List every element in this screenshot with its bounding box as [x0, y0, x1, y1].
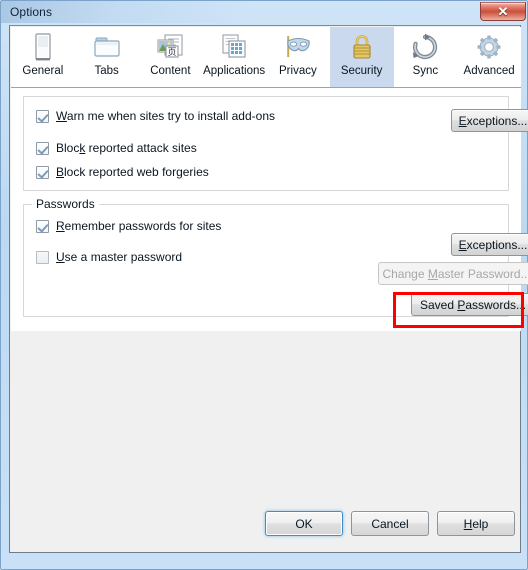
accel-char: B — [56, 165, 65, 179]
label-text: asswords... — [465, 297, 527, 312]
saved-passwords-button[interactable]: Saved Passwords... — [411, 293, 528, 316]
label-text: emember passwords for sites — [64, 219, 222, 233]
tab-advanced-label: Advanced — [463, 65, 515, 77]
close-icon: ✕ — [497, 4, 509, 19]
checkbox-remember-passwords[interactable] — [36, 219, 49, 233]
button-label: Exceptions... — [459, 238, 528, 252]
label-pre: Saved — [419, 297, 458, 312]
tab-sync-label: Sync — [412, 65, 439, 77]
tab-general-label: General — [22, 65, 64, 77]
checkbox-row-use-master-password[interactable]: Use a master password — [36, 250, 182, 264]
help-button[interactable]: Help — [437, 511, 515, 536]
tab-privacy[interactable]: Privacy — [266, 27, 330, 87]
checkbox-use-master-password-label: Use a master password — [56, 250, 182, 264]
tab-tabs-label: Tabs — [94, 65, 119, 77]
checkbox-remember-passwords-label: Remember passwords for sites — [56, 219, 221, 233]
exceptions-passwords-button[interactable]: Exceptions... — [451, 233, 528, 256]
security-lock-icon — [345, 30, 379, 64]
ok-button[interactable]: OK — [265, 511, 343, 536]
checkbox-warn-addons-label: Warn me when sites try to install add-on… — [56, 109, 275, 123]
label-pre: Change — [382, 266, 428, 281]
dialog-client-area: General Tabs 页 Content Applications Priv… — [9, 25, 528, 553]
button-label: Change Master Password... — [382, 267, 528, 281]
general-icon — [26, 30, 60, 64]
button-label: Exceptions... — [459, 114, 528, 128]
button-label: Cancel — [371, 516, 409, 531]
close-button[interactable]: ✕ — [480, 2, 526, 21]
checkbox-use-master-password[interactable] — [36, 250, 49, 264]
dialog-button-bar: OK Cancel Help — [10, 500, 522, 552]
tab-applications[interactable]: Applications — [202, 27, 266, 87]
tab-applications-label: Applications — [203, 65, 266, 77]
checkbox-row-block-attack[interactable]: Block reported attack sites — [36, 141, 197, 155]
accel-char: U — [56, 250, 65, 264]
warnings-groupbox: Warn me when sites try to install add-on… — [23, 96, 528, 191]
checkbox-block-attack-sites[interactable] — [36, 141, 49, 155]
label-text: se a master password — [64, 250, 183, 264]
applications-icon — [217, 30, 251, 64]
tab-advanced[interactable]: Advanced — [457, 27, 521, 87]
label-text: lock reported web forgeries — [64, 165, 209, 179]
advanced-gear-icon — [472, 30, 506, 64]
sync-icon — [408, 30, 442, 64]
tabs-icon — [90, 30, 124, 64]
button-label: Help — [464, 517, 489, 531]
options-tab-strip: General Tabs 页 Content Applications Priv… — [11, 27, 521, 88]
checkbox-row-remember-passwords[interactable]: Remember passwords for sites — [36, 219, 221, 233]
label-text: elp — [472, 516, 489, 531]
label-text: xceptions... — [466, 237, 528, 252]
checkbox-warn-addons[interactable] — [36, 109, 49, 123]
tab-tabs[interactable]: Tabs — [75, 27, 139, 87]
accel-char: W — [56, 109, 67, 123]
checkbox-block-web-forgeries-label: Block reported web forgeries — [56, 165, 209, 179]
content-icon: 页 — [153, 30, 187, 64]
label-text: aster Password... — [437, 266, 528, 281]
accel-char: E — [458, 113, 467, 128]
accel-char: R — [56, 219, 65, 233]
tab-content-label: Content — [150, 65, 191, 77]
tab-general[interactable]: General — [11, 27, 75, 87]
tab-sync[interactable]: Sync — [394, 27, 458, 87]
accel-char: E — [458, 237, 467, 252]
tab-content[interactable]: 页 Content — [139, 27, 203, 87]
checkbox-row-warn-addons[interactable]: Warn me when sites try to install add-on… — [36, 109, 275, 123]
label-text: reported attack sites — [85, 141, 197, 155]
passwords-group-title: Passwords — [32, 197, 99, 211]
tab-privacy-label: Privacy — [279, 65, 317, 77]
button-label: OK — [295, 516, 313, 531]
window-title: Options — [10, 5, 53, 19]
accel-char: M — [427, 266, 438, 281]
checkbox-row-block-forgeries[interactable]: Block reported web forgeries — [36, 165, 209, 179]
options-window: Options ✕ General Tabs 页 Content Applica… — [0, 0, 528, 570]
privacy-mask-icon — [281, 30, 315, 64]
checkbox-block-attack-sites-label: Block reported attack sites — [56, 141, 197, 155]
cancel-button[interactable]: Cancel — [351, 511, 429, 536]
svg-text:页: 页 — [168, 47, 177, 58]
change-master-password-button: Change Master Password... — [378, 262, 528, 285]
passwords-groupbox: Passwords Remember passwords for sites U… — [23, 197, 528, 317]
tab-security-label: Security — [340, 65, 383, 77]
label-text: xceptions... — [466, 113, 528, 128]
exceptions-addons-button[interactable]: Exceptions... — [451, 109, 528, 132]
label-text: arn me when sites try to install add-ons — [66, 109, 275, 123]
checkbox-block-web-forgeries[interactable] — [36, 165, 49, 179]
security-panel: Warn me when sites try to install add-on… — [11, 88, 528, 331]
button-label: Saved Passwords... — [420, 298, 526, 312]
label-pre: Bloc — [56, 141, 80, 155]
tab-security[interactable]: Security — [329, 27, 394, 87]
title-bar: Options ✕ — [1, 1, 528, 25]
